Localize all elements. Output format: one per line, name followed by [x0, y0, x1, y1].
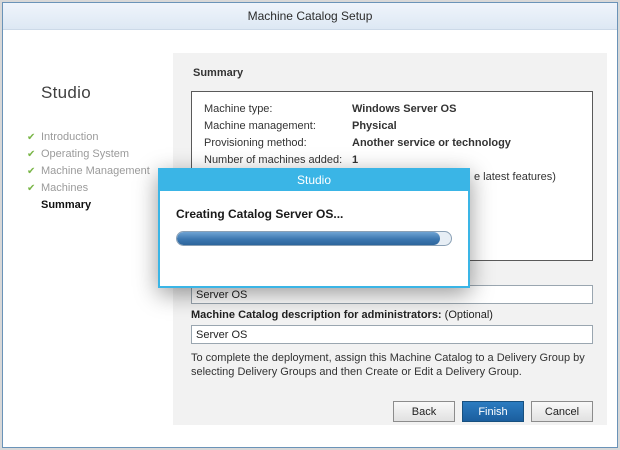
dialog-message: Creating Catalog Server OS... [176, 207, 452, 221]
page-title: Summary [193, 67, 243, 79]
deployment-note: To complete the deployment, assign this … [191, 351, 593, 379]
step-introduction[interactable]: ✔Introduction [27, 129, 150, 146]
summary-partial-text: e latest features) [474, 171, 556, 183]
step-machines[interactable]: ✔Machines [27, 180, 150, 197]
summary-row-value: Another service or technology [352, 137, 511, 149]
machine-catalog-setup-window: Machine Catalog Setup Studio ✔Introducti… [2, 2, 618, 448]
wizard-steps-list: ✔Introduction ✔Operating System ✔Machine… [27, 129, 150, 214]
check-icon: ✔ [27, 129, 41, 146]
description-label: Machine Catalog description for administ… [191, 309, 493, 321]
window-title: Machine Catalog Setup [248, 9, 373, 23]
step-label: Summary [41, 199, 91, 211]
step-label: Machine Management [41, 165, 150, 177]
step-label: Introduction [41, 131, 98, 143]
check-icon: ✔ [27, 180, 41, 197]
summary-row-value: 1 [352, 154, 358, 166]
summary-row-value: Windows Server OS [352, 103, 456, 115]
progress-fill [177, 232, 440, 245]
dialog-title: Studio [297, 173, 331, 187]
step-label: Machines [41, 182, 88, 194]
summary-row-label: Provisioning method: [204, 135, 352, 152]
step-label: Operating System [41, 148, 129, 160]
wizard-buttons: Back Finish Cancel [393, 401, 593, 422]
check-icon: ✔ [27, 146, 41, 163]
finish-button[interactable]: Finish [462, 401, 524, 422]
back-button[interactable]: Back [393, 401, 455, 422]
step-operating-system[interactable]: ✔Operating System [27, 146, 150, 163]
catalog-description-input[interactable] [191, 325, 593, 344]
description-label-optional: (Optional) [442, 309, 493, 321]
summary-row: Provisioning method:Another service or t… [204, 135, 580, 152]
summary-row: Machine management:Physical [204, 118, 580, 135]
wizard-sidebar: Studio ✔Introduction ✔Operating System ✔… [3, 31, 173, 447]
step-machine-management[interactable]: ✔Machine Management [27, 163, 150, 180]
window-titlebar: Machine Catalog Setup [3, 3, 617, 30]
progress-bar [176, 231, 452, 246]
dialog-titlebar: Studio [160, 170, 468, 191]
summary-row-label: Machine management: [204, 118, 352, 135]
cancel-button[interactable]: Cancel [531, 401, 593, 422]
summary-row-label: Machine type: [204, 101, 352, 118]
check-icon: ✔ [27, 163, 41, 180]
summary-row: Machine type:Windows Server OS [204, 101, 580, 118]
summary-row-label: Number of machines added: [204, 152, 352, 169]
description-label-main: Machine Catalog description for administ… [191, 309, 442, 321]
summary-row-value: Physical [352, 120, 397, 132]
creating-catalog-dialog: Studio Creating Catalog Server OS... [158, 168, 470, 288]
studio-logo-text: Studio [41, 83, 91, 103]
summary-row: Number of machines added:1 [204, 152, 580, 169]
step-summary-current: Summary [27, 197, 150, 214]
